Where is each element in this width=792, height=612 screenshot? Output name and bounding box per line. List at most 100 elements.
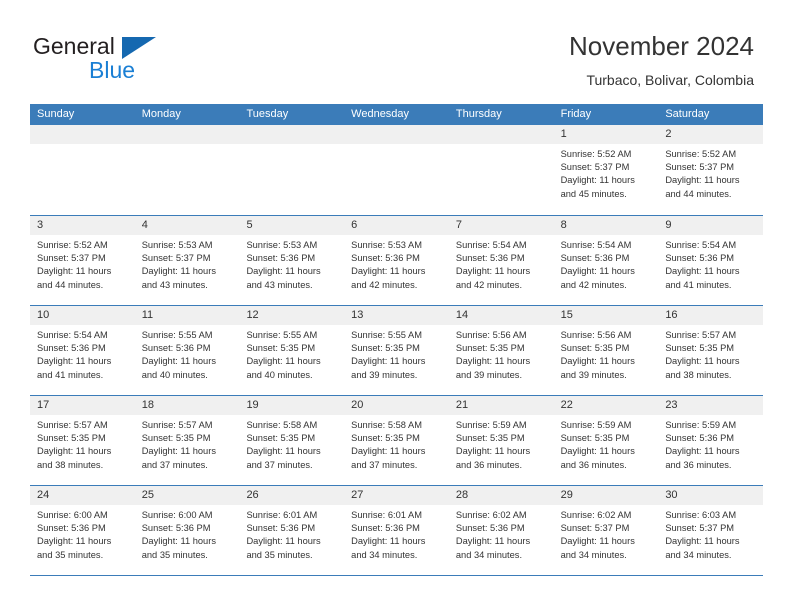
day-info-line: Daylight: 11 hours	[455, 536, 531, 547]
day-number	[239, 125, 345, 144]
day-sun-info	[135, 144, 240, 148]
day-number: 24	[30, 486, 135, 505]
day-sun-info: Sunrise: 6:01 AM Sunset: 5:36 PM Daylight:…	[239, 505, 344, 562]
calendar-day-cell[interactable]: 6 Sunrise: 5:53 AM Sunset: 5:36 PM Daylight…	[344, 216, 449, 305]
day-sun-info	[239, 144, 344, 148]
day-number	[344, 125, 449, 144]
day-number: 6	[344, 216, 449, 235]
calendar-day-cell[interactable]: 9 Sunrise: 5:54 AM Sunset: 5:36 PM Daylight…	[658, 216, 764, 305]
calendar-day-cell[interactable]: 19 Sunrise: 5:58 AM Sunset: 5:35 PM Dayligh…	[239, 396, 345, 485]
day-info-line: Sunrise: 6:01 AM	[351, 510, 422, 520]
day-info-line: Daylight: 11 hours	[351, 446, 426, 457]
day-info-line: Sunset: 5:36 PM	[37, 523, 106, 534]
day-number: 2	[658, 125, 764, 144]
day-info-line: Sunset: 5:36 PM	[351, 523, 420, 534]
day-number: 22	[553, 396, 659, 415]
day-info-line: Daylight: 11 hours	[665, 356, 740, 367]
calendar-day-cell[interactable]: 10 Sunrise: 5:54 AM Sunset: 5:36 PM Dayligh…	[30, 306, 135, 395]
weekday-header-monday: Monday	[141, 108, 181, 120]
day-info-line: and 34 minutes.	[665, 549, 732, 560]
day-info-line: Sunset: 5:36 PM	[455, 253, 525, 264]
calendar-day-cell[interactable]: 1 Sunrise: 5:52 AM Sunset: 5:37 PM Daylight…	[553, 125, 659, 215]
day-sun-info: Sunrise: 5:52 AM Sunset: 5:37 PM Daylight:…	[554, 144, 659, 201]
day-number: 3	[30, 216, 135, 235]
day-sun-info: Sunrise: 5:53 AM Sunset: 5:37 PM Daylight:…	[135, 235, 240, 292]
calendar-day-cell[interactable]: 20 Sunrise: 5:58 AM Sunset: 5:35 PM Dayligh…	[344, 396, 449, 485]
calendar-day-cell[interactable]: 17 Sunrise: 5:57 AM Sunset: 5:35 PM Dayligh…	[30, 396, 135, 485]
day-info-line: Daylight: 11 hours	[560, 266, 635, 277]
day-number: 5	[239, 216, 345, 235]
calendar-day-cell[interactable]: 18 Sunrise: 5:57 AM Sunset: 5:35 PM Dayligh…	[134, 396, 240, 485]
day-info-line: Daylight: 11 hours	[665, 536, 740, 547]
calendar-day-cell[interactable]: 2 Sunrise: 5:52 AM Sunset: 5:37 PM Daylight…	[658, 125, 764, 215]
day-info-line: Sunset: 5:35 PM	[560, 433, 630, 444]
day-info-line: and 43 minutes.	[246, 279, 313, 290]
day-info-line: Sunset: 5:37 PM	[560, 523, 630, 534]
day-info-line: Daylight: 11 hours	[246, 266, 321, 277]
calendar-day-cell[interactable]: 8 Sunrise: 5:54 AM Sunset: 5:36 PM Daylight…	[553, 216, 659, 305]
calendar-day-cell[interactable]: 13 Sunrise: 5:55 AM Sunset: 5:35 PM Dayligh…	[344, 306, 449, 395]
calendar-day-cell[interactable]: 5 Sunrise: 5:53 AM Sunset: 5:36 PM Daylight…	[239, 216, 345, 305]
calendar-day-cell[interactable]: 26 Sunrise: 6:01 AM Sunset: 5:36 PM Dayligh…	[239, 486, 345, 575]
day-info-line: Sunrise: 6:00 AM	[37, 510, 108, 520]
day-number: 10	[30, 306, 135, 325]
day-info-line: Daylight: 11 hours	[455, 356, 531, 367]
day-sun-info: Sunrise: 5:54 AM Sunset: 5:36 PM Daylight:…	[30, 325, 135, 382]
day-number: 11	[134, 306, 240, 325]
page-title: November 2024	[569, 31, 754, 61]
day-info-line: Daylight: 11 hours	[37, 536, 112, 547]
day-info-line: Sunset: 5:36 PM	[141, 523, 211, 534]
day-info-line: Daylight: 11 hours	[455, 266, 531, 277]
day-number	[30, 125, 135, 144]
calendar-day-cell[interactable]: 29 Sunrise: 6:02 AM Sunset: 5:37 PM Dayligh…	[553, 486, 659, 575]
calendar-day-cell[interactable]: 4 Sunrise: 5:53 AM Sunset: 5:37 PM Daylight…	[134, 216, 240, 305]
day-info-line: Sunrise: 5:59 AM	[560, 420, 632, 430]
day-info-line: Daylight: 11 hours	[351, 356, 426, 367]
day-sun-info: Sunrise: 6:03 AM Sunset: 5:37 PM Daylight:…	[658, 505, 763, 562]
calendar-day-cell[interactable]: 3 Sunrise: 5:52 AM Sunset: 5:37 PM Daylight…	[30, 216, 135, 305]
day-sun-info: Sunrise: 5:59 AM Sunset: 5:35 PM Daylight:…	[449, 415, 554, 472]
day-number: 7	[448, 216, 554, 235]
day-number: 4	[134, 216, 240, 235]
day-sun-info: Sunrise: 5:57 AM Sunset: 5:35 PM Daylight:…	[135, 415, 240, 472]
calendar-day-cell[interactable]: 12 Sunrise: 5:55 AM Sunset: 5:35 PM Dayligh…	[239, 306, 345, 395]
calendar-day-cell[interactable]: 14 Sunrise: 5:56 AM Sunset: 5:35 PM Dayligh…	[448, 306, 554, 395]
calendar-day-cell[interactable]: 16 Sunrise: 5:57 AM Sunset: 5:35 PM Dayligh…	[658, 306, 764, 395]
day-number: 19	[239, 396, 345, 415]
day-number: 23	[658, 396, 764, 415]
day-info-line: Sunrise: 6:00 AM	[141, 510, 213, 520]
calendar-day-cell[interactable]: 30 Sunrise: 6:03 AM Sunset: 5:37 PM Dayligh…	[658, 486, 764, 575]
day-info-line: Daylight: 11 hours	[37, 446, 112, 457]
day-info-line: and 42 minutes.	[455, 279, 523, 290]
day-sun-info: Sunrise: 5:52 AM Sunset: 5:37 PM Daylight:…	[30, 235, 135, 292]
day-number: 29	[553, 486, 659, 505]
day-sun-info: Sunrise: 6:00 AM Sunset: 5:36 PM Daylight:…	[135, 505, 240, 562]
day-info-line: and 39 minutes.	[351, 369, 418, 380]
day-info-line: Sunrise: 6:02 AM	[560, 510, 632, 520]
calendar-day-cell[interactable]: 15 Sunrise: 5:56 AM Sunset: 5:35 PM Dayligh…	[553, 306, 659, 395]
day-info-line: Daylight: 11 hours	[141, 446, 216, 457]
calendar-day-cell[interactable]: 27 Sunrise: 6:01 AM Sunset: 5:36 PM Dayligh…	[344, 486, 449, 575]
general-blue-logo[interactable]: General Blue	[33, 33, 233, 85]
day-number: 18	[134, 396, 240, 415]
calendar-day-cell-empty	[344, 125, 449, 215]
day-info-line: Sunset: 5:35 PM	[141, 433, 211, 444]
day-number: 28	[448, 486, 554, 505]
calendar-day-cell[interactable]: 28 Sunrise: 6:02 AM Sunset: 5:36 PM Dayligh…	[448, 486, 554, 575]
calendar-day-cell[interactable]: 24 Sunrise: 6:00 AM Sunset: 5:36 PM Dayligh…	[30, 486, 135, 575]
calendar-day-cell[interactable]: 22 Sunrise: 5:59 AM Sunset: 5:35 PM Dayligh…	[553, 396, 659, 485]
day-info-line: Daylight: 11 hours	[560, 536, 635, 547]
day-info-line: Sunset: 5:37 PM	[141, 253, 211, 264]
day-number: 27	[344, 486, 449, 505]
calendar-day-cell[interactable]: 11 Sunrise: 5:55 AM Sunset: 5:36 PM Dayligh…	[134, 306, 240, 395]
calendar-day-cell[interactable]: 21 Sunrise: 5:59 AM Sunset: 5:35 PM Dayligh…	[448, 396, 554, 485]
day-info-line: Daylight: 11 hours	[141, 356, 216, 367]
calendar-day-cell[interactable]: 7 Sunrise: 5:54 AM Sunset: 5:36 PM Daylight…	[448, 216, 554, 305]
calendar-day-cell[interactable]: 23 Sunrise: 5:59 AM Sunset: 5:36 PM Dayligh…	[658, 396, 764, 485]
day-info-line: Daylight: 11 hours	[665, 446, 740, 457]
weekday-header-row: Sunday Monday Tuesday Wednesday Thursday Frid…	[30, 104, 763, 125]
calendar-day-cell[interactable]: 25 Sunrise: 6:00 AM Sunset: 5:36 PM Dayligh…	[134, 486, 240, 575]
day-number: 8	[553, 216, 659, 235]
day-sun-info	[449, 144, 554, 148]
calendar-week-row: 1 Sunrise: 5:52 AM Sunset: 5:37 PM Daylight…	[30, 125, 764, 215]
